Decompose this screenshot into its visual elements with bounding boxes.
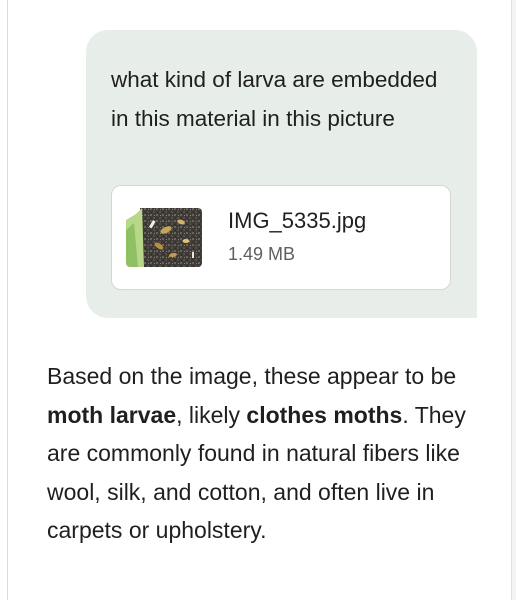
assistant-text-part: , likely — [176, 401, 247, 428]
image-thumbnail-icon[interactable] — [126, 208, 202, 267]
assistant-message-text: Based on the image, these appear to be m… — [47, 357, 487, 550]
attachment-file-size: 1.49 MB — [228, 244, 296, 264]
assistant-bold-term: clothes moths — [246, 401, 403, 428]
attachment-file-name: IMG_5335.jpg — [228, 208, 367, 233]
chat-left-border — [7, 0, 8, 600]
user-message-text: what kind of larva are embedded in this … — [111, 67, 438, 131]
user-message-bubble: what kind of larva are embedded in this … — [86, 30, 477, 318]
attachment-card[interactable]: IMG_5335.jpg 1.49 MB — [111, 185, 451, 290]
assistant-bold-term: moth larvae — [47, 401, 177, 428]
assistant-text-part: Based on the image, these appear to be — [47, 363, 457, 389]
scrollbar[interactable] — [512, 0, 516, 600]
